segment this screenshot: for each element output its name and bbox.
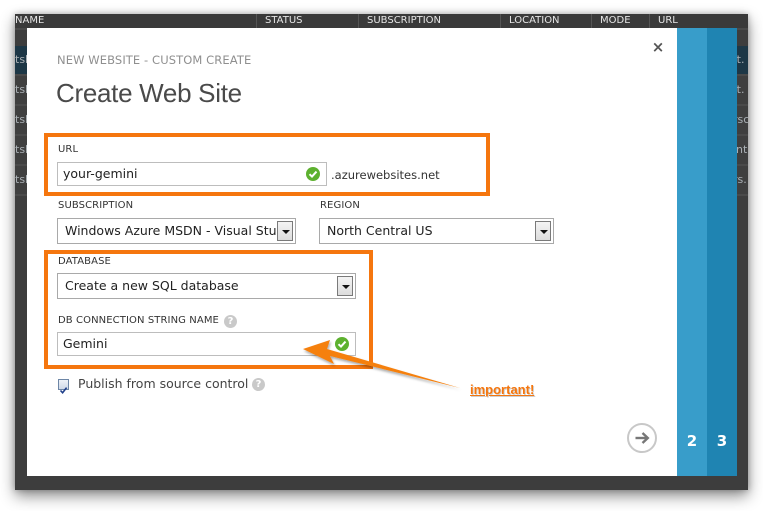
column-status: STATUS <box>256 14 303 28</box>
subscription-select[interactable]: Windows Azure MSDN - Visual Stud <box>57 218 296 244</box>
close-icon[interactable]: × <box>650 38 666 56</box>
url-domain-suffix: .azurewebsites.net <box>331 168 440 182</box>
arrow-right-icon <box>635 432 650 444</box>
checkmark-icon <box>59 387 68 395</box>
url-label: URL <box>58 144 79 155</box>
region-label: REGION <box>320 200 360 211</box>
step-number: 3 <box>716 432 728 450</box>
region-select[interactable]: North Central US <box>319 218 554 244</box>
column-subscription: SUBSCRIPTION <box>358 14 441 28</box>
wizard-step-2[interactable]: 2 <box>677 28 707 476</box>
db-connection-value: Gemini <box>63 336 108 351</box>
subscription-value: Windows Azure MSDN - Visual Stud <box>65 223 285 238</box>
publish-checkbox[interactable] <box>58 379 69 395</box>
db-connection-label: DB CONNECTION STRING NAME <box>58 315 219 326</box>
chevron-down-icon <box>535 221 551 241</box>
wizard-step-3[interactable]: 3 <box>707 28 737 476</box>
annotation-label: important! <box>470 382 535 397</box>
database-select[interactable]: Create a new SQL database <box>57 273 356 299</box>
column-name: NAME <box>15 15 45 26</box>
chevron-down-icon <box>337 276 353 296</box>
create-website-dialog: × NEW WEBSITE - CUSTOM CREATE Create Web… <box>27 28 677 476</box>
help-icon[interactable]: ? <box>224 315 237 328</box>
database-label: DATABASE <box>58 256 111 267</box>
valid-check-icon <box>306 167 320 181</box>
url-input[interactable]: your-gemini <box>57 162 327 186</box>
column-url: URL <box>649 14 678 28</box>
step-number: 2 <box>686 432 698 450</box>
chevron-down-icon <box>277 221 293 241</box>
help-icon[interactable]: ? <box>252 378 265 391</box>
dialog-subtitle: NEW WEBSITE - CUSTOM CREATE <box>57 53 252 67</box>
column-location: LOCATION <box>500 14 560 28</box>
database-value: Create a new SQL database <box>65 278 239 293</box>
next-button[interactable] <box>627 423 657 453</box>
subscription-label: SUBSCRIPTION <box>58 200 134 211</box>
column-mode: MODE <box>591 14 631 28</box>
url-value: your-gemini <box>63 166 138 181</box>
dialog-title: Create Web Site <box>56 78 242 108</box>
db-connection-input[interactable]: Gemini <box>57 332 356 356</box>
publish-label[interactable]: Publish from source control <box>78 376 248 391</box>
valid-check-icon <box>335 337 349 351</box>
region-value: North Central US <box>327 223 433 238</box>
